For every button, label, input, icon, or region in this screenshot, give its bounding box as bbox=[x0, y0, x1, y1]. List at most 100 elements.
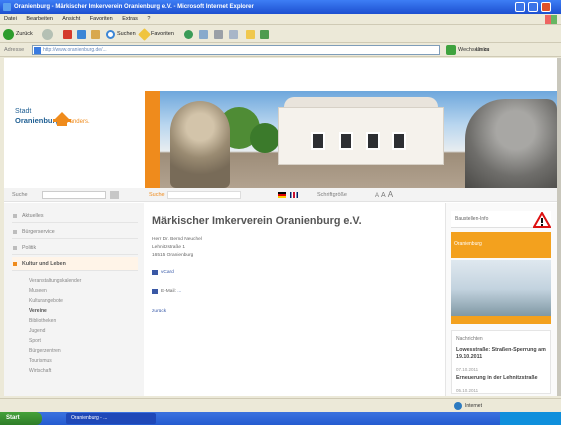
start-button[interactable]: Start bbox=[0, 412, 42, 425]
menu-item[interactable]: Bearbeiten bbox=[26, 16, 53, 22]
sidebar-subitem[interactable]: Sport bbox=[29, 337, 139, 346]
main-content: Märkischer Imkerverein Oranienburg e.V. … bbox=[145, 203, 442, 396]
address-url: http://www.oranienburg.de/... bbox=[43, 47, 107, 53]
header-photo bbox=[160, 91, 557, 188]
vcard-icon bbox=[152, 270, 158, 275]
menu-item[interactable]: Extras bbox=[122, 16, 138, 22]
menu-item[interactable]: Datei bbox=[4, 16, 17, 22]
promo-caption-bar bbox=[451, 316, 551, 324]
secondary-search-input[interactable] bbox=[167, 191, 241, 199]
address-label: Adresse bbox=[4, 47, 25, 53]
back-label: Zurück bbox=[16, 31, 33, 37]
news-item-title[interactable]: Erneuerung in der Lehnitzstraße bbox=[456, 375, 548, 382]
city-logo-icon bbox=[53, 112, 71, 126]
page-icon bbox=[34, 47, 41, 54]
sidebar-subitem[interactable]: Veranstaltungskalender bbox=[29, 277, 139, 286]
font-size-medium[interactable]: A bbox=[381, 192, 386, 199]
home-icon bbox=[91, 29, 100, 39]
sidebar-item-aktuelles[interactable]: Aktuelles bbox=[12, 209, 138, 223]
refresh-button[interactable] bbox=[77, 28, 86, 40]
search-row: Suche Suche Schriftgröße A A A bbox=[4, 188, 557, 202]
taskbar-window-button[interactable]: Oranienburg - ... bbox=[66, 413, 156, 424]
print-icon bbox=[214, 29, 223, 39]
close-button[interactable] bbox=[541, 2, 551, 12]
web-viewport: Stadt Oranienburg ist anders. Suche Such… bbox=[4, 58, 557, 396]
promo-image[interactable] bbox=[451, 260, 551, 324]
email-icon bbox=[152, 289, 158, 294]
menu-item[interactable]: Favoriten bbox=[90, 16, 113, 22]
forward-button[interactable] bbox=[42, 28, 53, 40]
sidebar-item-label: Aktuelles bbox=[22, 213, 44, 219]
search-button[interactable]: Suchen bbox=[106, 28, 136, 40]
vertical-scrollbar[interactable] bbox=[557, 58, 561, 396]
font-size-large[interactable]: A bbox=[388, 190, 393, 199]
window bbox=[366, 132, 380, 150]
sidebar-subitem[interactable]: Kulturangebote bbox=[29, 297, 139, 306]
site-sidebar: Aktuelles Bürgerservice Politik Kultur u… bbox=[4, 203, 144, 396]
news-item-title[interactable]: Lowesstraße: Straßen-Sperrung am 19.10.2… bbox=[456, 347, 548, 360]
page-title: Märkischer Imkerverein Oranienburg e.V. bbox=[152, 215, 362, 227]
bullet-icon bbox=[13, 246, 17, 250]
address-input[interactable]: http://www.oranienburg.de/... bbox=[32, 45, 440, 55]
title-bar: Oranienburg - Märkischer Imkerverein Ora… bbox=[0, 0, 561, 14]
window bbox=[392, 132, 406, 150]
links-label[interactable]: Links bbox=[476, 47, 489, 53]
german-flag-icon[interactable] bbox=[278, 192, 286, 198]
toolbar: Zurück Suchen Favoriten bbox=[0, 25, 561, 43]
stop-icon bbox=[63, 29, 72, 39]
history-icon bbox=[184, 29, 193, 39]
site-search-input[interactable] bbox=[42, 191, 106, 199]
windows-logo bbox=[545, 15, 557, 24]
menu-item[interactable]: ? bbox=[147, 16, 150, 22]
orange-strip bbox=[145, 91, 160, 188]
status-bar: Internet bbox=[0, 398, 561, 412]
home-button[interactable] bbox=[91, 28, 100, 40]
search-label: Suchen bbox=[117, 31, 136, 37]
sidebar-subitem[interactable]: Museen bbox=[29, 287, 139, 296]
go-button[interactable] bbox=[446, 45, 456, 55]
history-button[interactable] bbox=[184, 28, 193, 40]
font-size-label: Schriftgröße bbox=[317, 192, 347, 198]
sidebar-subitem[interactable]: Bibliotheken bbox=[29, 317, 139, 326]
messenger-button[interactable] bbox=[260, 28, 269, 40]
menu-item[interactable]: Ansicht bbox=[62, 16, 80, 22]
maximize-button[interactable] bbox=[528, 2, 538, 12]
sidebar-item-label: Kultur und Leben bbox=[22, 261, 66, 267]
bullet-icon bbox=[13, 262, 17, 266]
menu-bar: Datei Bearbeiten Ansicht Favoriten Extra… bbox=[0, 14, 561, 25]
news-box: Nachrichten Lowesstraße: Straßen-Sperrun… bbox=[451, 330, 551, 394]
stop-button[interactable] bbox=[63, 28, 72, 40]
mail-button[interactable] bbox=[199, 28, 208, 40]
uk-flag-icon[interactable] bbox=[290, 192, 298, 198]
sidebar-subitem[interactable]: Wirtschaft bbox=[29, 367, 139, 376]
messenger-icon bbox=[260, 29, 269, 39]
favorites-button[interactable]: Favoriten bbox=[138, 27, 174, 41]
globe-icon bbox=[454, 402, 462, 410]
folder-icon bbox=[246, 29, 255, 39]
back-link[interactable]: zurück bbox=[152, 309, 166, 314]
web-page: Stadt Oranienburg ist anders. Suche Such… bbox=[4, 58, 557, 396]
refresh-icon bbox=[77, 29, 86, 39]
sidebar-subitem[interactable]: Bürgerzentren bbox=[29, 347, 139, 356]
sidebar-subitem[interactable]: Tourismus bbox=[29, 357, 139, 366]
print-button[interactable] bbox=[214, 28, 223, 40]
logo-box bbox=[4, 91, 151, 188]
sidebar-subitem[interactable]: Jugend bbox=[29, 327, 139, 336]
construction-info[interactable]: Baustellen-Info bbox=[451, 211, 551, 228]
email-link[interactable]: ... bbox=[177, 289, 181, 294]
sidebar-item-politik[interactable]: Politik bbox=[12, 241, 138, 255]
sidebar-item-buergerservice[interactable]: Bürgerservice bbox=[12, 225, 138, 239]
back-icon bbox=[3, 28, 14, 40]
edit-button[interactable] bbox=[229, 28, 238, 40]
site-search-button[interactable] bbox=[110, 191, 119, 199]
font-size-small[interactable]: A bbox=[375, 193, 379, 199]
sidebar-item-kultur[interactable]: Kultur und Leben bbox=[12, 257, 138, 271]
folder-button[interactable] bbox=[246, 28, 255, 40]
edit-icon bbox=[229, 29, 238, 39]
minimize-button[interactable] bbox=[515, 2, 525, 12]
vcard-link[interactable]: vCard bbox=[161, 270, 174, 275]
sidebar-subitem-active[interactable]: Vereine bbox=[29, 307, 139, 316]
address-line: Lehnitzstraße 1 bbox=[152, 245, 186, 250]
back-button[interactable]: Zurück bbox=[3, 28, 33, 40]
window bbox=[339, 132, 353, 150]
